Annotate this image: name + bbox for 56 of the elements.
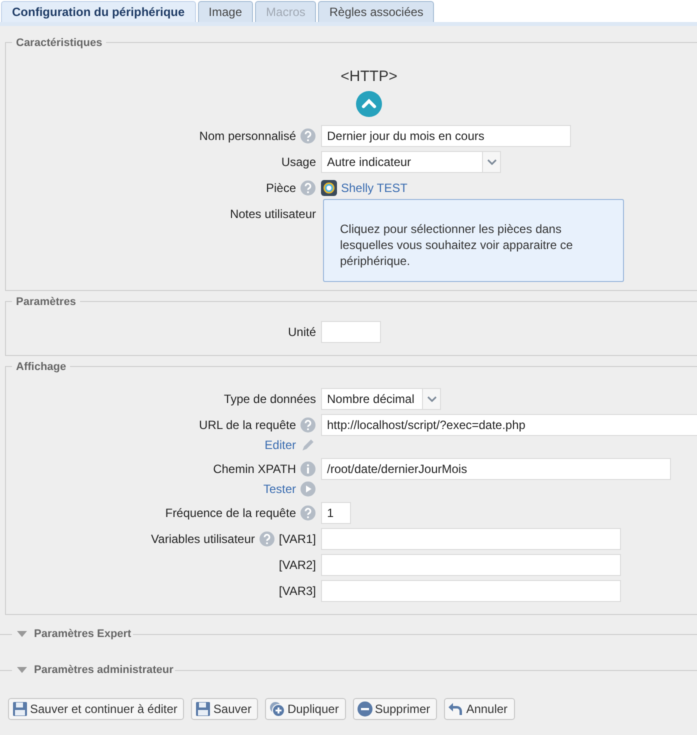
tab[interactable]: Image [198,1,254,22]
tooltip: Cliquez pour sélectionner les pièces dans lesquelles vous souhaitez voir apparaitre ce périphérique. [323,199,624,282]
action-button[interactable]: Sauver [191,698,258,720]
field-label: Usage [281,154,316,171]
field-label: Variables utilisateur [151,531,255,548]
tab[interactable]: Configuration du périphérique [1,1,196,22]
action-button[interactable]: Supprimer [352,698,438,720]
duplicate-icon [269,701,286,717]
dropdown[interactable]: Autre indicateur [321,151,501,173]
variable-label: [VAR2] [278,557,316,574]
input-field[interactable] [321,321,381,343]
variable-label: [VAR1] [278,531,316,548]
section-legend: Caractéristiques [12,36,106,50]
input-field[interactable] [321,554,621,576]
input-field[interactable] [321,528,621,550]
section-legend: Affichage [12,360,70,374]
field-label: Chemin XPATH [213,461,296,478]
help-icon [300,417,316,433]
room-icon [321,180,337,196]
input-field[interactable]: /root/date/dernierJourMois [321,458,671,480]
field-label: URL de la requête [199,417,296,434]
input-field[interactable]: 1 [321,502,351,524]
pencil-icon[interactable] [300,437,316,453]
tab: Macros [255,1,316,22]
action-button[interactable]: Dupliquer [265,698,346,720]
input-field[interactable]: Dernier jour du mois en cours [321,125,571,147]
toggle-triangle-icon[interactable] [16,666,28,674]
help-icon [300,505,316,521]
help-icon [258,531,275,547]
field-label: Fréquence de la requête [165,505,296,522]
undo-arrow-icon [448,701,464,717]
minus-circle-icon [356,701,373,717]
input-field[interactable] [321,580,621,602]
field-link[interactable]: Editer [264,436,316,454]
field-label: Notes utilisateur [230,206,316,223]
field-label: Unité [288,324,316,341]
play-icon[interactable] [300,481,316,497]
device-type-label: <HTTP> [340,68,398,86]
variable-label: [VAR3] [278,583,316,600]
input-field[interactable]: http://localhost/script/?exec=date.php [321,414,697,436]
help-icon [300,180,316,196]
field-label: Pièce [266,180,296,197]
dropdown[interactable]: Nombre décimal [321,388,441,410]
tab[interactable]: Règles associées [318,1,434,22]
toggle-triangle-icon[interactable] [16,630,28,638]
help-icon [300,128,316,144]
info-icon [300,461,316,477]
chevron-up-icon[interactable] [356,91,382,117]
room-link[interactable]: Shelly TEST [341,179,408,197]
action-button[interactable]: Annuler [444,698,515,720]
field-label: Type de données [224,391,316,408]
field-label: Nom personnalisé [199,128,296,145]
field-link[interactable]: Tester [263,480,316,498]
action-button[interactable]: Sauver et continuer à éditer [8,698,184,720]
section-legend: Paramètres Expert [28,626,134,642]
section-legend: Paramètres administrateur [28,662,176,678]
